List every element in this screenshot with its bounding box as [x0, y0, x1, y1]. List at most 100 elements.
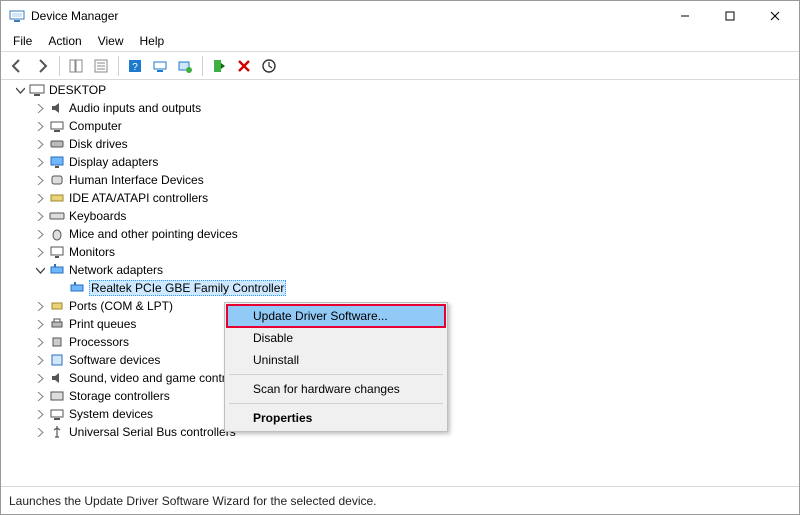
usb-icon [49, 424, 65, 440]
expand-icon[interactable] [33, 137, 47, 151]
expand-icon[interactable] [33, 119, 47, 133]
tree-item-hid[interactable]: Human Interface Devices [5, 171, 795, 189]
update-driver-button[interactable] [173, 55, 197, 77]
menu-action[interactable]: Action [40, 32, 89, 50]
uninstall-button[interactable] [232, 55, 256, 77]
menubar: File Action View Help [1, 31, 799, 51]
minimize-button[interactable] [662, 1, 707, 31]
tree-item-disk[interactable]: Disk drives [5, 135, 795, 153]
mouse-icon [49, 226, 65, 242]
sound-icon [49, 370, 65, 386]
expand-icon[interactable] [33, 209, 47, 223]
forward-button[interactable] [30, 55, 54, 77]
expand-icon[interactable] [33, 371, 47, 385]
menu-file[interactable]: File [5, 32, 40, 50]
tree-item-realtek-nic[interactable]: Realtek PCIe GBE Family Controller [5, 279, 795, 297]
hid-icon [49, 172, 65, 188]
expand-icon[interactable] [33, 425, 47, 439]
expand-icon[interactable] [33, 191, 47, 205]
cpu-icon [49, 334, 65, 350]
computer-icon [29, 82, 45, 98]
enable-device-button[interactable] [207, 55, 231, 77]
expand-icon[interactable] [33, 407, 47, 421]
tree-item-mice[interactable]: Mice and other pointing devices [5, 225, 795, 243]
expand-icon[interactable] [33, 299, 47, 313]
tree-item-label: Universal Serial Bus controllers [69, 425, 236, 439]
software-icon [49, 352, 65, 368]
tree-item-label: Mice and other pointing devices [69, 227, 238, 241]
disk-icon [49, 136, 65, 152]
properties-button[interactable] [89, 55, 113, 77]
monitor-icon [49, 244, 65, 260]
network-adapter-icon [69, 280, 85, 296]
context-disable[interactable]: Disable [227, 327, 445, 349]
tree-root-label: DESKTOP [49, 83, 106, 97]
storage-icon [49, 388, 65, 404]
keyboard-icon [49, 208, 65, 224]
tree-item-audio[interactable]: Audio inputs and outputs [5, 99, 795, 117]
tree-item-computer[interactable]: Computer [5, 117, 795, 135]
help-button[interactable]: ? [123, 55, 147, 77]
tree-item-label: Software devices [69, 353, 160, 367]
tree-item-label: Print queues [69, 317, 136, 331]
window-title: Device Manager [31, 9, 118, 23]
maximize-button[interactable] [707, 1, 752, 31]
system-icon [49, 406, 65, 422]
show-hide-tree-button[interactable] [64, 55, 88, 77]
context-properties[interactable]: Properties [227, 407, 445, 429]
context-uninstall[interactable]: Uninstall [227, 349, 445, 371]
network-icon [49, 262, 65, 278]
tree-item-monitors[interactable]: Monitors [5, 243, 795, 261]
device-manager-icon [9, 8, 25, 24]
expand-icon[interactable] [33, 353, 47, 367]
titlebar: Device Manager [1, 1, 799, 31]
expand-icon[interactable] [33, 227, 47, 241]
tree-item-label: Display adapters [69, 155, 158, 169]
expander-blank [53, 281, 67, 295]
display-icon [49, 154, 65, 170]
tree-item-label: Computer [69, 119, 122, 133]
tree-item-label: Disk drives [69, 137, 128, 151]
context-update-driver[interactable]: Update Driver Software... [227, 305, 445, 327]
context-separator [229, 403, 443, 404]
scan-hardware-button[interactable] [148, 55, 172, 77]
status-text: Launches the Update Driver Software Wiza… [9, 494, 377, 508]
tree-item-label: Realtek PCIe GBE Family Controller [89, 280, 286, 296]
expand-icon[interactable] [33, 335, 47, 349]
expand-icon[interactable] [33, 155, 47, 169]
tree-item-keyboards[interactable]: Keyboards [5, 207, 795, 225]
menu-view[interactable]: View [90, 32, 132, 50]
printer-icon [49, 316, 65, 332]
tree-item-label: Keyboards [69, 209, 126, 223]
close-button[interactable] [752, 1, 797, 31]
expand-icon[interactable] [33, 245, 47, 259]
back-button[interactable] [5, 55, 29, 77]
collapse-icon[interactable] [33, 263, 47, 277]
tree-item-network[interactable]: Network adapters [5, 261, 795, 279]
context-menu: Update Driver Software... Disable Uninst… [224, 302, 448, 432]
expand-icon[interactable] [33, 317, 47, 331]
tree-item-label: Network adapters [69, 263, 163, 277]
context-separator [229, 374, 443, 375]
tree-item-display[interactable]: Display adapters [5, 153, 795, 171]
tree-item-label: Audio inputs and outputs [69, 101, 201, 115]
audio-icon [49, 100, 65, 116]
tree-item-label: Human Interface Devices [69, 173, 204, 187]
refresh-button[interactable] [257, 55, 281, 77]
menu-help[interactable]: Help [132, 32, 173, 50]
context-scan[interactable]: Scan for hardware changes [227, 378, 445, 400]
tree-item-ide[interactable]: IDE ATA/ATAPI controllers [5, 189, 795, 207]
ide-icon [49, 190, 65, 206]
toolbar: ? [1, 52, 799, 80]
tree-item-label: Storage controllers [69, 389, 170, 403]
tree-item-label: System devices [69, 407, 153, 421]
collapse-icon[interactable] [13, 83, 27, 97]
tree-item-label: Processors [69, 335, 129, 349]
tree-item-label: IDE ATA/ATAPI controllers [69, 191, 208, 205]
statusbar: Launches the Update Driver Software Wiza… [1, 486, 799, 514]
expand-icon[interactable] [33, 173, 47, 187]
expand-icon[interactable] [33, 389, 47, 403]
expand-icon[interactable] [33, 101, 47, 115]
tree-root[interactable]: DESKTOP [5, 81, 795, 99]
svg-text:?: ? [132, 62, 138, 73]
